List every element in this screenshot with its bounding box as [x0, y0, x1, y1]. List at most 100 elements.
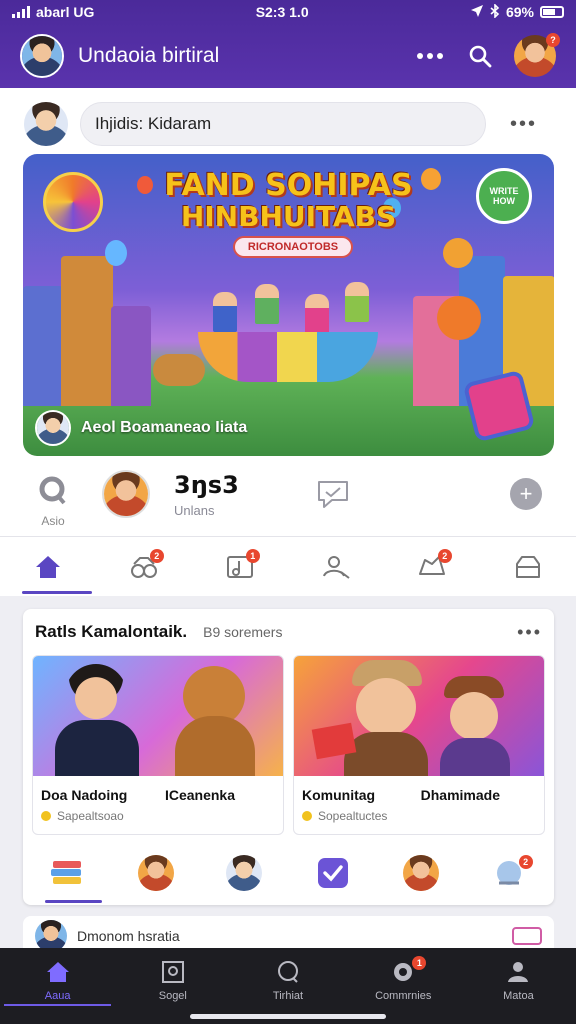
tab-home[interactable]: [0, 537, 96, 596]
bluetooth-icon: [490, 2, 500, 21]
comment-button[interactable]: [316, 478, 350, 515]
checkmark-button[interactable]: [289, 841, 378, 905]
nav-gallery[interactable]: Sogel: [115, 948, 230, 1024]
add-button[interactable]: +: [510, 478, 542, 510]
tile-label-right: Dhamimade: [420, 787, 500, 803]
building-shape: [61, 256, 113, 406]
composer-avatar[interactable]: [24, 102, 68, 146]
tile-meta: Sopealtuctes: [318, 809, 388, 823]
avatar-icon: [403, 855, 440, 891]
bottom-nav: Aaua Sogel Tirhiat 1 Commrnies Matoa: [0, 948, 576, 1024]
tile-meta: Sapealtsoao: [57, 809, 124, 823]
search-icon: [39, 476, 66, 505]
peek-text: Dmonom hsratia: [77, 928, 180, 944]
orange-ball-icon: [437, 296, 481, 340]
stat-sub: Unlans: [174, 502, 215, 518]
person-figure: [55, 720, 139, 776]
avatar-button[interactable]: [377, 841, 466, 905]
tab-people[interactable]: 2: [96, 537, 192, 596]
tab-store[interactable]: [480, 537, 576, 596]
banner-caption: Aeol Boamaneao Iiata: [35, 410, 247, 446]
character-figure: [305, 294, 329, 334]
nav-communities[interactable]: 1 Commrnies: [346, 948, 461, 1024]
tile-image: [294, 656, 544, 776]
person-figure: [65, 664, 127, 726]
bowl-shape: [198, 332, 378, 382]
post-card: Ihjidis: Kidaram ••• FAND SOHIPAS HINBHU…: [0, 88, 576, 596]
feed-tile[interactable]: Komunitag Dhamimade Sopealtuctes: [293, 655, 545, 835]
composer-placeholder: Ihjidis: Kidaram: [95, 114, 212, 133]
tile-label-right: ICeanenka: [164, 787, 235, 803]
more-horizontal-icon: [417, 53, 443, 59]
nav-profile[interactable]: Matoa: [461, 948, 576, 1024]
chat-icon: [278, 961, 298, 983]
more-button[interactable]: [410, 36, 450, 76]
image-icon: [161, 961, 184, 983]
globe-button[interactable]: 2: [466, 841, 555, 905]
avatar-icon: [137, 855, 174, 891]
banner-title-line1: FAND SOHIPAS: [164, 168, 413, 203]
feed-title: Ratls Kamalontaik.: [35, 622, 188, 641]
user-search-icon: [323, 555, 350, 579]
feed-icon-row: 2: [23, 841, 554, 905]
composer-more-button[interactable]: •••: [510, 113, 537, 136]
avatar-button[interactable]: [200, 841, 289, 905]
featured-banner[interactable]: FAND SOHIPAS HINBHUITABS RICRONAOTOBS WR…: [23, 154, 554, 456]
balloon-icon: [105, 240, 127, 266]
bear-figure: [175, 716, 255, 776]
nav-label: Sogel: [158, 990, 187, 1002]
caption-avatar: [35, 410, 71, 446]
feed-subtitle: B9 soremers: [203, 624, 283, 640]
tab-music[interactable]: 1: [192, 537, 288, 596]
carrier-label: abarl UG: [36, 4, 95, 20]
home-icon: [36, 555, 60, 578]
signal-icon: [12, 6, 30, 18]
feed-more-button[interactable]: •••: [517, 622, 542, 643]
building-shape: [111, 306, 151, 406]
banner-title-line2: HINBHUITABS: [180, 200, 397, 233]
header-avatar[interactable]: [20, 34, 64, 78]
tab-user-search[interactable]: [288, 537, 384, 596]
feed-header: Ratls Kamalontaik. B9 soremers •••: [23, 609, 554, 655]
feed-card: Ratls Kamalontaik. B9 soremers ••• Doa N…: [23, 609, 554, 905]
author-avatar: [102, 470, 150, 518]
nav-badge: 1: [412, 956, 427, 970]
search-icon: [469, 45, 492, 68]
tile-label-left: Komunitag: [302, 787, 376, 803]
feed-tile[interactable]: Doa Nadoing ICeanenka Sapealtsoao: [32, 655, 284, 835]
stack-icon: [51, 861, 82, 884]
composer: Ihjidis: Kidaram •••: [0, 88, 576, 152]
tile-image: [33, 656, 283, 776]
checkmark-icon: [317, 858, 348, 888]
balloon-icon: [443, 238, 473, 268]
avatar-icon: [226, 855, 263, 891]
home-indicator: [190, 1014, 386, 1019]
stack-button[interactable]: [23, 841, 112, 905]
lens-button[interactable]: Asio: [36, 476, 70, 528]
tile-label-left: Doa Nadoing: [41, 787, 128, 803]
tab-badge: 2: [437, 549, 452, 563]
character-figure: [255, 284, 279, 324]
top-bar: abarl UG S2:3 1.0 69% Undaoia birtiral ?: [0, 0, 576, 88]
profile-button[interactable]: ?: [514, 33, 560, 77]
post-stats: Asio 3ŋs3 Unlans +: [0, 462, 576, 534]
profile-badge: ?: [546, 33, 560, 47]
nav-label: Commrnies: [375, 990, 432, 1002]
battery-percent: 69%: [505, 4, 534, 20]
avatar-button[interactable]: [112, 841, 201, 905]
stat-number: 3ŋs3: [174, 470, 239, 499]
status-bar: abarl UG S2:3 1.0 69%: [0, 0, 576, 24]
person-icon: [508, 962, 529, 982]
author-info[interactable]: 3ŋs3 Unlans: [102, 470, 239, 518]
lens-label: Asio: [41, 514, 65, 528]
home-icon: [46, 962, 69, 982]
battery-icon: [539, 6, 564, 18]
character-figure: [345, 282, 369, 322]
person-figure: [450, 692, 498, 740]
search-button[interactable]: [460, 36, 500, 76]
post-tabs: 2 1 2: [0, 536, 576, 596]
nav-chat[interactable]: Tirhiat: [230, 948, 345, 1024]
nav-home[interactable]: Aaua: [0, 948, 115, 1024]
tab-notifications[interactable]: 2: [384, 537, 480, 596]
composer-input[interactable]: Ihjidis: Kidaram: [80, 102, 486, 146]
